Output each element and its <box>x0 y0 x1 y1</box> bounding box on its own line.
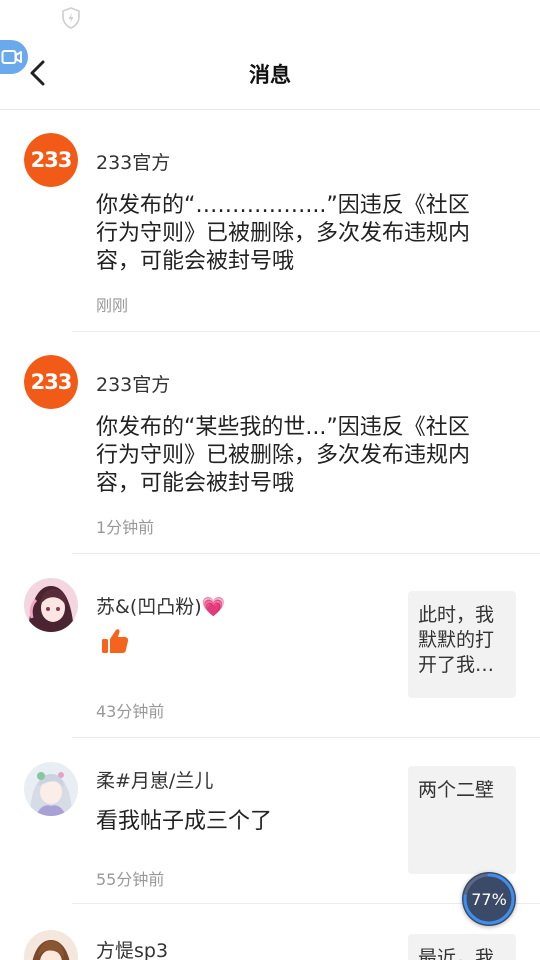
message-item[interactable]: 233 233官方 你发布的“某些我的世...”因违反《社区行为守则》已被删除，… <box>0 332 540 554</box>
page-title: 消息 <box>249 63 291 87</box>
post-preview[interactable]: 此时，我默默的打开了我… <box>408 591 516 698</box>
avatar[interactable] <box>24 930 78 960</box>
message-time: 刚刚 <box>96 296 129 315</box>
thumbs-up-icon <box>100 626 130 660</box>
avatar[interactable] <box>24 578 78 632</box>
progress-ball[interactable]: 77% <box>462 872 516 926</box>
post-preview[interactable]: 两个二壁 <box>408 766 516 874</box>
avatar[interactable]: 233 <box>24 133 78 187</box>
message-time: 55分钟前 <box>96 870 165 889</box>
logo-233-icon: 233 <box>24 355 78 409</box>
message-body: 你发布的“某些我的世...”因违反《社区行为守则》已被删除，多次发布违规内容，可… <box>96 415 471 496</box>
avatar-image <box>24 762 78 816</box>
message-body: 看我帖子成三个了 <box>96 809 273 834</box>
avatar-image <box>24 578 78 632</box>
sender-name[interactable]: 柔#月崽/兰儿 <box>96 766 213 793</box>
sender-name[interactable]: 233官方 <box>96 148 170 175</box>
message-item[interactable]: 柔#月崽/兰儿 看我帖子成三个了 55分钟前 两个二壁 <box>0 738 540 904</box>
message-time: 1分钟前 <box>96 518 155 537</box>
avatar[interactable] <box>24 762 78 816</box>
post-preview[interactable]: 最近，我 <box>408 934 516 960</box>
sender-name[interactable]: 苏&(凹凸粉)💗 <box>96 592 225 619</box>
message-item[interactable]: 233 233官方 你发布的“……………...”因违反《社区行为守则》已被删除，… <box>0 110 540 332</box>
logo-233-icon: 233 <box>24 133 78 187</box>
sender-name-text: 苏&(凹凸粉) <box>96 596 202 618</box>
nav-header: 消息 <box>0 36 540 110</box>
message-body: 你发布的“……………...”因违反《社区行为守则》已被删除，多次发布违规内容，可… <box>96 193 471 274</box>
status-bar <box>0 0 540 36</box>
avatar[interactable]: 233 <box>24 355 78 409</box>
avatar-image <box>24 930 78 960</box>
message-item[interactable]: 苏&(凹凸粉)💗 43分钟前 此时，我默默的打开了我… <box>0 554 540 738</box>
message-time: 43分钟前 <box>96 702 165 721</box>
sender-name[interactable]: 233官方 <box>96 370 170 397</box>
shield-bolt-icon <box>60 6 82 30</box>
sender-name[interactable]: 方惿sp3 <box>96 936 168 960</box>
message-list: 233 233官方 你发布的“……………...”因违反《社区行为守则》已被删除，… <box>0 110 540 960</box>
message-item[interactable]: 方惿sp3 最近，我 <box>0 904 540 960</box>
heart-emoji-icon: 💗 <box>201 596 226 618</box>
progress-label: 77% <box>471 889 507 909</box>
